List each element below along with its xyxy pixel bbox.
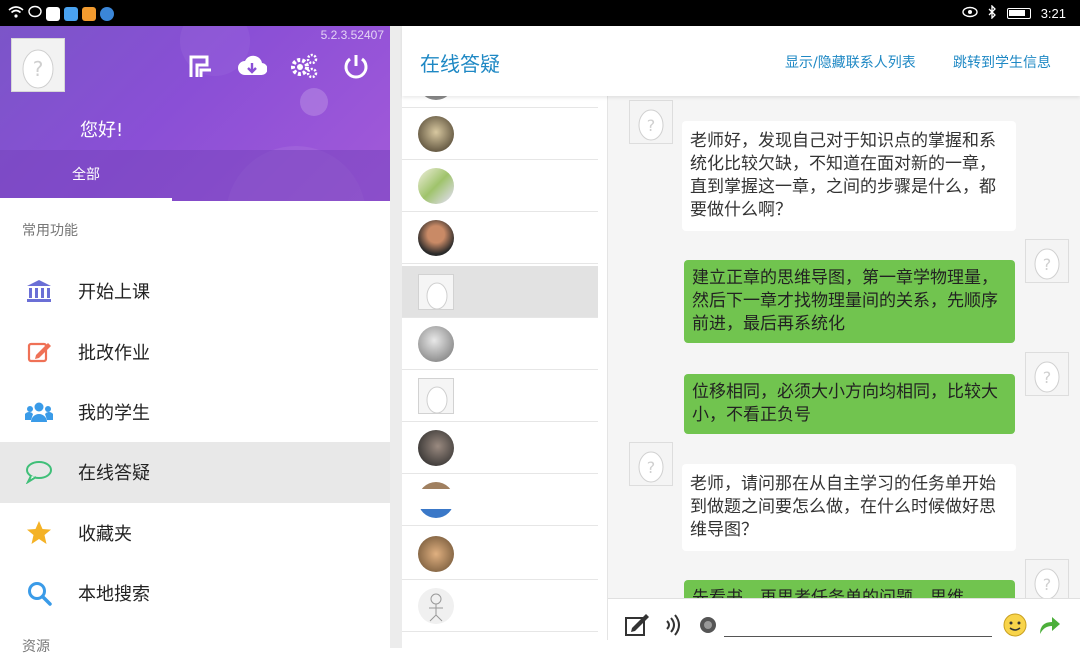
eye-icon: [961, 6, 978, 21]
play-notify-icon: [82, 7, 96, 21]
toggle-contacts-button[interactable]: 显示/隐藏联系人列表: [785, 52, 916, 72]
svg-text:?: ?: [647, 458, 656, 477]
cloud-download-icon[interactable]: [236, 50, 268, 82]
menu-label: 开始上课: [78, 282, 150, 304]
app-version: 5.2.3.52407: [320, 28, 384, 42]
message-bubble-outgoing[interactable]: 位移相同，必须大小方向均相同，比较大小，不看正负号: [684, 374, 1015, 434]
users-icon: [24, 397, 54, 427]
bank-icon: [24, 276, 54, 306]
message-bubble-incoming[interactable]: 老师好，发现自己对于知识点的掌握和系统化比较欠缺，不知道在面对新的一章，直到掌握…: [682, 121, 1016, 231]
contact-item[interactable]: [402, 422, 598, 474]
contact-item[interactable]: [402, 212, 598, 264]
app-notify-icon: [46, 7, 60, 21]
message-bubble-outgoing[interactable]: 先看书，再思考任务单的问题，思维: [684, 580, 1015, 598]
contact-avatar: [418, 220, 454, 256]
teacher-avatar[interactable]: ?: [1025, 559, 1069, 598]
edit-icon: [24, 337, 54, 367]
drawer-menu: 开始上课 批改作业 我的学生 在线答疑 收藏夹 本地搜索: [0, 261, 390, 623]
contact-avatar: [418, 536, 454, 572]
svg-text:?: ?: [1043, 368, 1052, 387]
teacher-avatar[interactable]: ?: [1025, 239, 1069, 283]
menu-label: 在线答疑: [78, 463, 150, 485]
contact-avatar: [418, 116, 454, 152]
emoji-icon[interactable]: [1002, 612, 1028, 638]
contact-item[interactable]: [402, 580, 598, 632]
student-avatar[interactable]: ?: [629, 442, 673, 486]
svg-text:?: ?: [1043, 255, 1052, 274]
student-avatar[interactable]: ?: [629, 100, 673, 144]
voice-icon[interactable]: [660, 612, 686, 638]
section-common-title: 常用功能: [22, 223, 78, 239]
chat-top-bar: 在线答疑 显示/隐藏联系人列表 跳转到学生信息: [402, 26, 1080, 96]
settings-icon[interactable]: [288, 50, 320, 82]
bluetooth-icon: [988, 4, 997, 22]
contact-avatar: [418, 326, 454, 362]
tab-indicator: [0, 198, 172, 201]
battery-icon: [1006, 8, 1031, 19]
star-icon: [24, 518, 54, 548]
contact-avatar: [418, 168, 454, 204]
jump-student-info-button[interactable]: 跳转到学生信息: [953, 52, 1051, 72]
svg-text:?: ?: [1043, 575, 1052, 594]
menu-label: 收藏夹: [78, 523, 132, 545]
svg-text:?: ?: [647, 116, 656, 135]
clock: 3:21: [1040, 6, 1066, 21]
section-resource-title: 资源: [22, 639, 50, 655]
greeting-text: 您好!: [80, 120, 124, 141]
menu-label: 我的学生: [78, 402, 150, 424]
contact-avatar: [418, 274, 454, 310]
menu-item-local-search[interactable]: 本地搜索: [0, 563, 390, 623]
menu-label: 本地搜索: [78, 584, 150, 606]
menu-item-online-qa[interactable]: 在线答疑: [0, 442, 390, 503]
logo-icon[interactable]: [184, 50, 216, 82]
menu-item-favorites[interactable]: 收藏夹: [0, 503, 390, 563]
drawer-tab-bar: 全部: [0, 150, 390, 201]
menu-item-start-class[interactable]: 开始上课: [0, 261, 390, 321]
contact-item[interactable]: [402, 474, 598, 526]
message-bubble-outgoing[interactable]: 建立正章的思维导图，第一章学物理量，然后下一章才找物理量间的关系，先顺序前进，最…: [684, 260, 1015, 343]
contact-avatar: [418, 482, 454, 518]
pane-divider: [390, 26, 402, 648]
power-icon[interactable]: [340, 50, 372, 82]
contact-avatar: [418, 96, 454, 100]
handwriting-icon[interactable]: [624, 612, 650, 638]
chat-messages[interactable]: ? 老师好，发现自己对于知识点的掌握和系统化比较欠缺，不知道在面对新的一章，直到…: [608, 96, 1080, 598]
contact-item[interactable]: [402, 370, 598, 422]
contact-avatar: [418, 430, 454, 466]
chat-icon: [24, 457, 54, 487]
menu-item-my-students[interactable]: 我的学生: [0, 382, 390, 442]
svg-text:?: ?: [33, 57, 44, 81]
drawer-header: ? 5.2.3.52407 您好! 全部: [0, 26, 390, 201]
page-title: 在线答疑: [420, 52, 500, 76]
notification-icons: [8, 5, 114, 23]
tab-all[interactable]: 全部: [0, 150, 172, 201]
record-icon[interactable]: [695, 612, 721, 638]
status-bar: 3:21: [0, 0, 1080, 26]
wifi-icon: [8, 5, 24, 23]
contact-item[interactable]: [402, 160, 598, 212]
user-avatar[interactable]: ?: [11, 38, 65, 92]
contact-item[interactable]: [402, 528, 598, 580]
message-input[interactable]: [724, 636, 992, 637]
contact-avatar: [418, 378, 454, 414]
message-bubble-incoming[interactable]: 老师，请问那在从自主学习的任务单开始到做题之间要怎么做，在什么时候做好思维导图？: [682, 464, 1016, 551]
contact-item[interactable]: [402, 108, 598, 160]
menu-label: 批改作业: [78, 342, 150, 364]
message-icon: [28, 5, 42, 23]
contact-avatar: [418, 588, 454, 624]
menu-item-grade-homework[interactable]: 批改作业: [0, 321, 390, 381]
chat-input-bar: [608, 598, 1080, 648]
teacher-avatar[interactable]: ?: [1025, 352, 1069, 396]
contact-item-selected[interactable]: [402, 266, 598, 318]
search-icon: [24, 578, 54, 608]
contact-item[interactable]: [402, 96, 598, 108]
contact-item[interactable]: [402, 318, 598, 370]
cloud-notify-icon: [64, 7, 78, 21]
contact-list[interactable]: [402, 96, 608, 640]
browser-notify-icon: [100, 7, 114, 21]
send-icon[interactable]: [1036, 612, 1062, 638]
navigation-drawer: ? 5.2.3.52407 您好! 全部 常用功能 开始上课 批改作业 我的学生…: [0, 26, 390, 655]
